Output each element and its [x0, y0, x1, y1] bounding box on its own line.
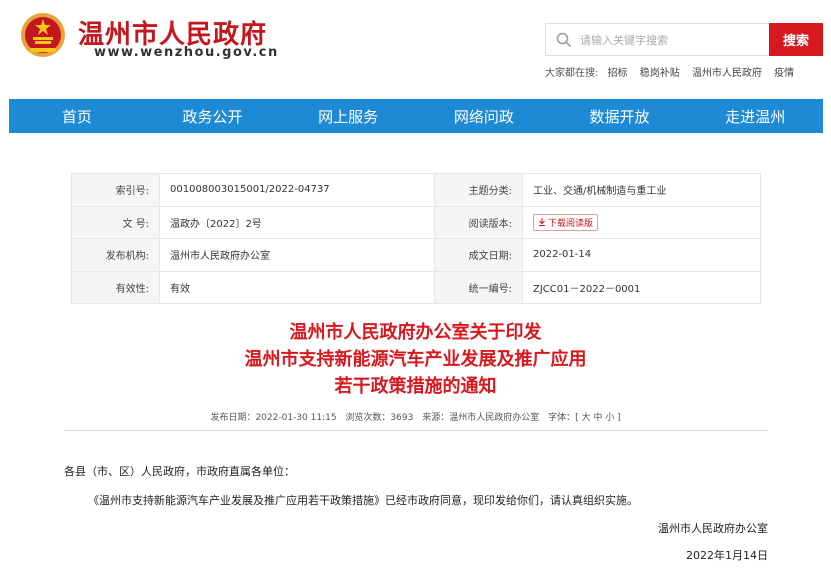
download-read-version-label: 下载阅读版	[548, 218, 594, 229]
signature: 温州市人民政府办公室	[658, 522, 768, 535]
nav-item-government-affairs[interactable]: 政务公开	[145, 99, 281, 133]
view-count: 浏览次数：3693	[345, 413, 414, 423]
article-title-line: 若干政策措施的通知	[334, 376, 497, 397]
nav-item-online-inquiry[interactable]: 网络问政	[416, 99, 552, 133]
meta-label-unified-number: 统一编号:	[434, 270, 523, 304]
meta-label-validity: 有效性:	[71, 270, 160, 304]
meta-value-validity: 有效	[159, 270, 435, 304]
hot-search-item[interactable]: 稳岗补贴	[640, 68, 680, 79]
meta-value-written-date: 2022-01-14	[522, 238, 761, 272]
meta-label-read-version: 阅读版本:	[434, 205, 523, 239]
nav-item-home[interactable]: 首页	[9, 99, 145, 133]
site-url: www.wenzhou.gov.cn	[94, 45, 279, 60]
nav-item-about-wenzhou[interactable]: 走进温州	[687, 99, 823, 133]
download-icon	[539, 218, 545, 227]
meta-value-index: 001008003015001/2022-04737	[159, 173, 435, 207]
search-input[interactable]	[580, 30, 760, 50]
font-size-selector[interactable]: 字体：[ 大 中 小 ]	[548, 413, 620, 423]
article-info-line: 发布日期：2022-01-30 11:15 浏览次数：3693 来源：温州市人民…	[0, 410, 831, 423]
site-header: 温州市人民政府 www.wenzhou.gov.cn 搜索 大家都在搜: 招标 …	[0, 0, 831, 99]
publish-date: 发布日期：2022-01-30 11:15	[210, 413, 337, 423]
article-title-line: 温州市支持新能源汽车产业发展及推广应用	[244, 349, 587, 370]
meta-label-issuer: 发布机构:	[71, 238, 160, 272]
hot-search-label: 大家都在搜:	[545, 68, 599, 79]
meta-label-doc-number: 文 号:	[71, 205, 160, 239]
meta-value-doc-number: 温政办〔2022〕2号	[159, 205, 435, 239]
article-title-line: 温州市人民政府办公室关于印发	[289, 322, 542, 343]
meta-value-read-version: 下载阅读版	[522, 205, 761, 239]
national-emblem-icon	[21, 13, 65, 57]
hot-search-item[interactable]: 招标	[608, 68, 628, 79]
divider	[64, 430, 768, 431]
meta-value-topic: 工业、交通/机械制造与重工业	[522, 173, 761, 207]
meta-label-written-date: 成文日期:	[434, 238, 523, 272]
hot-search: 大家都在搜: 招标 稳岗补贴 温州市人民政府 疫情	[545, 64, 803, 79]
table-row: 有效性: 有效 统一编号: ZJCC01－2022－0001	[71, 270, 761, 304]
meta-label-index: 索引号:	[71, 173, 160, 207]
search-icon	[556, 32, 572, 48]
signature-date: 2022年1月14日	[686, 549, 768, 562]
table-row: 文 号: 温政办〔2022〕2号 阅读版本: 下载阅读版	[71, 205, 761, 239]
document-meta-table: 索引号: 001008003015001/2022-04737 主题分类: 工业…	[71, 173, 761, 304]
article-title: 温州市人民政府办公室关于印发 温州市支持新能源汽车产业发展及推广应用 若干政策措…	[0, 319, 831, 400]
main-nav: 首页 政务公开 网上服务 网络问政 数据开放 走进温州	[9, 99, 823, 133]
search-button[interactable]: 搜索	[769, 23, 823, 56]
table-row: 发布机构: 温州市人民政府办公室 成文日期: 2022-01-14	[71, 238, 761, 272]
hot-search-item[interactable]: 温州市人民政府	[692, 68, 762, 79]
nav-item-online-services[interactable]: 网上服务	[280, 99, 416, 133]
salutation: 各县（市、区）人民政府，市政府直属各单位：	[64, 465, 295, 478]
search-box	[545, 23, 769, 56]
meta-value-unified-number: ZJCC01－2022－0001	[522, 270, 761, 304]
article-source: 来源：温州市人民政府办公室	[422, 413, 540, 423]
meta-label-topic: 主题分类:	[434, 173, 523, 207]
meta-value-issuer: 温州市人民政府办公室	[159, 238, 435, 272]
download-read-version-button[interactable]: 下载阅读版	[533, 213, 599, 231]
body-paragraph: 《温州市支持新能源汽车产业发展及推广应用若干政策措施》已经市政府同意，现印发给你…	[88, 494, 638, 507]
table-row: 索引号: 001008003015001/2022-04737 主题分类: 工业…	[71, 173, 761, 207]
nav-item-open-data[interactable]: 数据开放	[552, 99, 688, 133]
hot-search-item[interactable]: 疫情	[774, 68, 794, 79]
